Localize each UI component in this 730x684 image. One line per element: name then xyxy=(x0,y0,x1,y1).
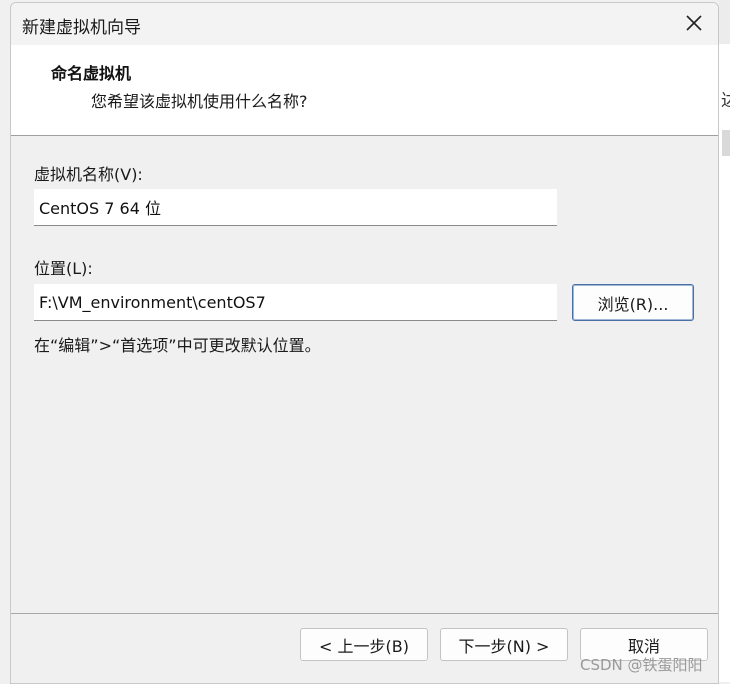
back-button[interactable]: < 上一步(B) xyxy=(300,628,428,661)
browse-button[interactable]: 浏览(R)... xyxy=(572,284,694,321)
vm-name-label: 虚拟机名称(V): xyxy=(34,165,143,184)
wizard-header: 命名虚拟机 您希望该虚拟机使用什么名称? xyxy=(11,45,718,136)
title-bar: 新建虚拟机向导 xyxy=(11,3,718,45)
close-button[interactable] xyxy=(684,13,704,33)
close-icon xyxy=(686,15,702,31)
new-vm-wizard-dialog: 新建虚拟机向导 命名虚拟机 您希望该虚拟机使用什么名称? 虚拟机名称(V): 位… xyxy=(10,2,719,684)
location-hint: 在“编辑”>“首选项”中可更改默认位置。 xyxy=(34,336,321,355)
background-titlebar xyxy=(719,0,730,44)
next-button[interactable]: 下一步(N) > xyxy=(440,628,568,661)
background-partial-text: 达 xyxy=(721,91,730,111)
watermark: CSDN @铁蛋阳阳 xyxy=(580,656,703,674)
location-label: 位置(L): xyxy=(34,259,93,278)
background-scrollbar xyxy=(722,130,730,156)
location-input[interactable] xyxy=(34,284,557,321)
page-subtitle: 您希望该虚拟机使用什么名称? xyxy=(91,92,308,111)
window-title: 新建虚拟机向导 xyxy=(22,18,141,38)
vm-name-input[interactable] xyxy=(34,189,557,226)
page-title: 命名虚拟机 xyxy=(51,64,132,83)
